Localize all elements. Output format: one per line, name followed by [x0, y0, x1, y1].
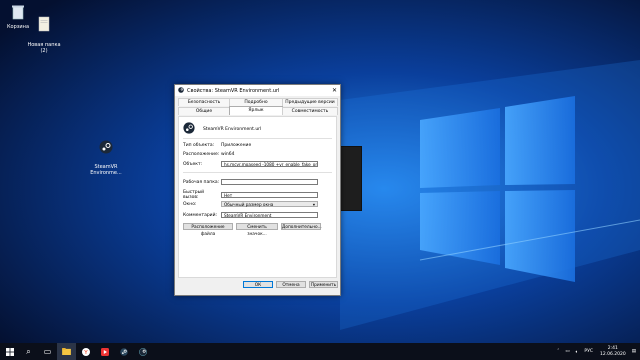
start-in-label: Рабочая папка:: [183, 179, 220, 185]
folder-icon: [26, 10, 62, 34]
hotkey-label: Быстрый вызов:: [183, 190, 205, 200]
hotkey-field[interactable]: Нет: [221, 192, 318, 198]
ok-button[interactable]: ОК: [243, 281, 273, 288]
target-row: Объект: hs.mcvr.moaseed -1080 +vr_enable…: [183, 161, 318, 167]
system-tray: ˄ ▭ 🔈︎ РУС 2:41 12.06.2020 ▤: [554, 343, 640, 360]
window-select[interactable]: Обычный размер окна ▾: [221, 201, 318, 207]
divider: [183, 138, 332, 139]
start-in-field[interactable]: [221, 179, 318, 185]
file-explorer-icon[interactable]: [57, 343, 76, 360]
desktop-icon-label: Новая папка (2): [27, 42, 61, 54]
comment-field[interactable]: SteamVR Environment: [221, 212, 318, 218]
network-icon[interactable]: ▭: [565, 349, 569, 354]
divider: [183, 172, 332, 173]
open-file-location-button[interactable]: Расположение файла: [183, 223, 233, 237]
dialog-title: Свойства: SteamVR Environment.url: [187, 87, 280, 94]
steamvr-icon: [178, 86, 184, 95]
target-field[interactable]: hs.mcvr.moaseed -1080 +vr_enable_fake_or…: [221, 161, 318, 167]
tab-details[interactable]: Подробно: [229, 98, 283, 106]
steamvr-desktop-icon[interactable]: SteamVR Environme...: [88, 128, 124, 176]
hotkey-row: Быстрый вызов: Нет: [183, 190, 318, 200]
type-label: Тип объекта:: [183, 143, 215, 148]
steamvr-icon: [88, 134, 124, 156]
window-select-value: Обычный размер окна: [224, 202, 274, 207]
target-label: Объект:: [183, 161, 203, 167]
clock-date: 12.06.2020: [599, 351, 626, 357]
cancel-button[interactable]: Отмена: [276, 281, 306, 288]
windows-logo-icon: [5, 347, 14, 356]
language-indicator[interactable]: РУС: [584, 349, 593, 354]
shortcut-name: SteamVR Environment.url: [203, 126, 262, 132]
tab-strip: Безопасность Подробно Предыдущие версии …: [178, 97, 338, 117]
yandex-browser-icon[interactable]: Y: [76, 343, 95, 360]
clock[interactable]: 2:41 12.06.2020: [600, 346, 626, 358]
shortcut-panel: SteamVR Environment.url Тип объекта: При…: [178, 116, 337, 278]
location-row: Расположение: win64: [183, 152, 235, 157]
taskbar: ⌕ ▭ Y ˄ ▭ 🔈︎ РУС 2:41 12.06.2020 ▤: [0, 343, 640, 360]
window-label: Окно:: [183, 201, 197, 207]
tab-shortcut[interactable]: Ярлык: [229, 106, 283, 115]
new-folder-desktop-icon[interactable]: Новая папка (2): [26, 4, 62, 54]
comment-row: Комментарий: SteamVR Environment: [183, 212, 318, 218]
start-button[interactable]: [0, 343, 19, 360]
search-icon[interactable]: ⌕: [19, 343, 38, 360]
type-value: Приложение: [221, 143, 252, 148]
close-icon[interactable]: ✕: [332, 87, 337, 94]
media-app-icon[interactable]: [95, 343, 114, 360]
start-in-row: Рабочая папка:: [183, 179, 318, 185]
svg-text:Y: Y: [83, 350, 88, 356]
tab-compatibility[interactable]: Совместимость: [282, 107, 338, 115]
desktop-icon-label: SteamVR Environme...: [90, 164, 122, 176]
window-row: Окно: Обычный размер окна ▾: [183, 201, 318, 207]
location-value: win64: [221, 152, 235, 157]
comment-label: Комментарий:: [183, 212, 218, 218]
change-icon-button[interactable]: Сменить значок...: [236, 223, 278, 237]
tab-security[interactable]: Безопасность: [178, 98, 230, 106]
steamvr-icon: [183, 122, 197, 136]
apply-button[interactable]: Применить: [309, 281, 338, 288]
chevron-down-icon: ▾: [312, 202, 315, 207]
advanced-button[interactable]: Дополнительно...: [281, 223, 322, 230]
volume-icon[interactable]: 🔈︎: [576, 349, 579, 355]
tab-previous-versions[interactable]: Предыдущие версии: [282, 98, 338, 106]
task-view-icon[interactable]: ▭: [38, 343, 57, 360]
type-row: Тип объекта: Приложение: [183, 143, 251, 148]
tab-general[interactable]: Общие: [178, 107, 230, 115]
dialog-titlebar[interactable]: Свойства: SteamVR Environment.url ✕: [175, 85, 340, 96]
shortcut-header: SteamVR Environment.url: [183, 122, 261, 136]
notifications-icon[interactable]: ▤: [632, 349, 636, 354]
background-window[interactable]: [338, 146, 362, 211]
properties-dialog: Свойства: SteamVR Environment.url ✕ Безо…: [174, 84, 341, 296]
location-label: Расположение:: [183, 152, 220, 157]
chevron-up-icon[interactable]: ˄: [557, 349, 559, 354]
steam-icon[interactable]: [114, 343, 133, 360]
steamvr-taskbar-icon[interactable]: [133, 343, 152, 360]
